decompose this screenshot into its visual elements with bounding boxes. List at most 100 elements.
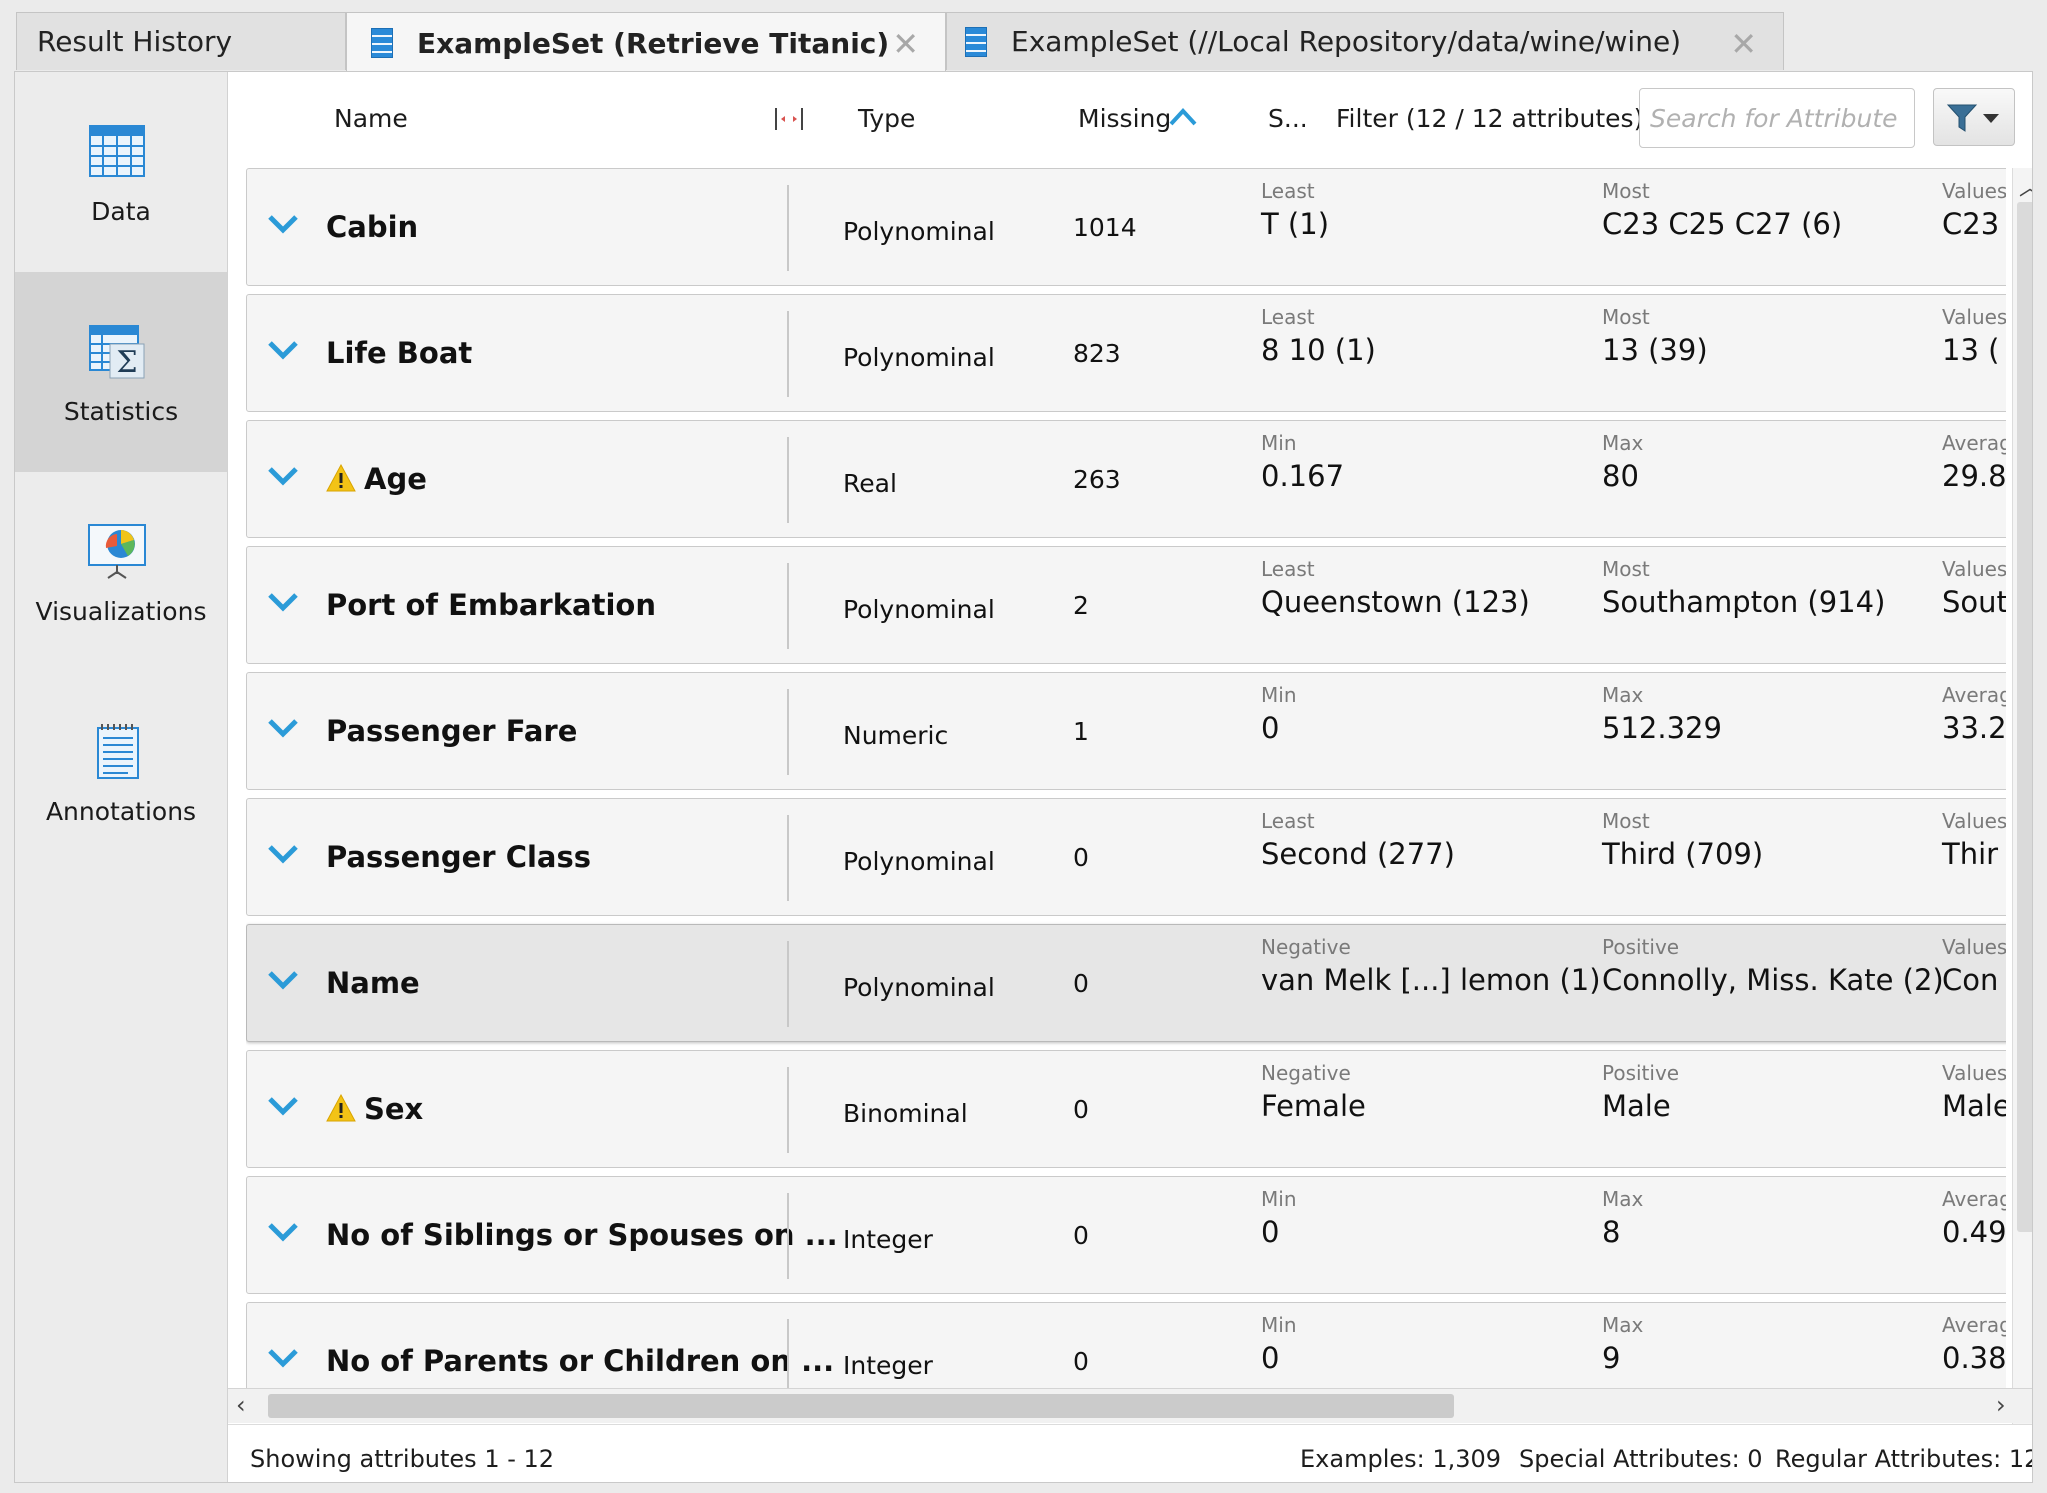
exampleset-icon: [371, 28, 393, 58]
attribute-row[interactable]: Sex Binominal 0 Negative Female Positive Male V…: [246, 1050, 2006, 1168]
attribute-row[interactable]: Age Real 263 Min 0.167 Max 80 Average 29.8: [246, 420, 2006, 538]
tab-exampleset-titanic[interactable]: ExampleSet (Retrieve Titanic) ✕: [346, 12, 946, 73]
attribute-name-label: Age: [364, 462, 427, 496]
column-resize-icon[interactable]: [772, 106, 806, 132]
header-type[interactable]: Type: [858, 104, 915, 133]
stat-value: 9: [1602, 1341, 1621, 1375]
expand-chevron-icon[interactable]: [267, 213, 299, 235]
tab-label: ExampleSet (//Local Repository/data/wine…: [1011, 25, 1682, 58]
exampleset-icon: [965, 26, 987, 57]
stat-value: 512.329: [1602, 711, 1722, 745]
attribute-type: Polynominal: [843, 595, 995, 624]
horizontal-scrollbar[interactable]: ‹ ›: [228, 1388, 2032, 1423]
stat-label: Values: [1942, 305, 2006, 329]
header-missing[interactable]: Missing: [1078, 104, 1171, 133]
expand-chevron-icon[interactable]: [267, 339, 299, 361]
expand-chevron-icon[interactable]: [267, 1347, 299, 1369]
horizontal-scroll-thumb[interactable]: [268, 1394, 1454, 1418]
close-tab-icon[interactable]: ✕: [892, 25, 919, 63]
vertical-scroll-thumb[interactable]: [2017, 202, 2032, 1232]
annotations-icon: [97, 724, 139, 779]
attribute-row[interactable]: Name Polynominal 0 Negative van Melk [...] l…: [246, 924, 2006, 1042]
missing-count: 1014: [1073, 213, 1137, 242]
stat-value: 0: [1261, 1341, 1280, 1375]
column-divider: [787, 185, 789, 271]
column-divider: [787, 1067, 789, 1153]
attribute-name: Cabin: [326, 210, 418, 244]
filter-label: Filter (12 / 12 attributes):: [1336, 104, 1652, 133]
stat-label: Values: [1942, 557, 2006, 581]
attribute-name-label: Port of Embarkation: [326, 588, 656, 622]
column-divider: [787, 1193, 789, 1279]
tab-exampleset-wine[interactable]: ExampleSet (//Local Repository/data/wine…: [946, 12, 1784, 70]
filter-dropdown-button[interactable]: [1933, 88, 2015, 146]
svg-text:Σ: Σ: [116, 345, 137, 380]
attribute-row[interactable]: Port of Embarkation Polynominal 2 Least Quee…: [246, 546, 2006, 664]
scroll-right-icon[interactable]: ›: [1996, 1391, 2006, 1419]
stat-value: Female: [1261, 1089, 1366, 1123]
expand-chevron-icon[interactable]: [267, 591, 299, 613]
missing-count: 0: [1073, 1221, 1089, 1250]
stat-value: 80: [1602, 459, 1639, 493]
expand-chevron-icon[interactable]: [267, 465, 299, 487]
attribute-name: Life Boat: [326, 336, 472, 370]
stat-label: Average: [1942, 1313, 2006, 1337]
attribute-type: Integer: [843, 1225, 933, 1254]
expand-chevron-icon[interactable]: [267, 1221, 299, 1243]
stat-value: Southampton (914): [1602, 585, 1886, 619]
attribute-type: Polynominal: [843, 847, 995, 876]
stat-value: 13 (39): [1602, 333, 1708, 367]
stat-label: Values: [1942, 809, 2006, 833]
stat-label: Average: [1942, 1187, 2006, 1211]
scroll-left-icon[interactable]: ‹: [236, 1391, 246, 1419]
attribute-name: Sex: [326, 1092, 423, 1126]
attribute-list: Cabin Polynominal 1014 Least T (1) Most C23 C2…: [246, 168, 2006, 1458]
stat-label: Values: [1942, 1061, 2006, 1085]
attribute-name: Age: [326, 462, 427, 496]
data-table-icon: [89, 125, 145, 177]
view-sidebar: Data Σ Statistics Visualizations Annotat…: [15, 72, 228, 1482]
regular-attributes-count: Regular Attributes: 12: [1775, 1445, 2032, 1473]
attribute-row[interactable]: Cabin Polynominal 1014 Least T (1) Most C23 C2…: [246, 168, 2006, 286]
header-statistics[interactable]: S...: [1268, 104, 1308, 133]
vertical-scrollbar[interactable]: ︿ ﹀: [2012, 168, 2032, 1458]
column-divider: [787, 815, 789, 901]
stat-label: Least: [1261, 305, 1315, 329]
missing-count: 0: [1073, 1095, 1089, 1124]
sidebar-item-label: Annotations: [45, 797, 197, 826]
stat-value: Third (709): [1602, 837, 1764, 871]
stat-value: Thir: [1942, 837, 1999, 871]
attribute-row[interactable]: No of Siblings or Spouses on ... Integer 0…: [246, 1176, 2006, 1294]
attribute-row[interactable]: Passenger Class Polynominal 0 Least Second (…: [246, 798, 2006, 916]
attribute-name: Port of Embarkation: [326, 588, 656, 622]
scroll-up-icon[interactable]: ︿: [2019, 170, 2032, 202]
header-name[interactable]: Name: [334, 104, 408, 133]
expand-chevron-icon[interactable]: [267, 969, 299, 991]
close-tab-icon[interactable]: ✕: [1730, 25, 1757, 63]
sidebar-item-statistics[interactable]: Σ Statistics: [15, 272, 227, 472]
sidebar-item-label: Data: [91, 197, 151, 226]
attribute-type: Polynominal: [843, 973, 995, 1002]
attribute-row[interactable]: Life Boat Polynominal 823 Least 8 10 (1) Most…: [246, 294, 2006, 412]
stat-label: Average: [1942, 431, 2006, 455]
expand-chevron-icon[interactable]: [267, 1095, 299, 1117]
sidebar-item-annotations[interactable]: Annotations: [15, 672, 227, 872]
warning-icon: [326, 464, 356, 492]
examples-count: Examples: 1,309: [1300, 1445, 1502, 1473]
stat-label: Values: [1942, 935, 2006, 959]
stat-label: Negative: [1261, 1061, 1351, 1085]
column-divider: [787, 689, 789, 775]
sidebar-item-data[interactable]: Data: [15, 72, 227, 272]
showing-attributes-text: Showing attributes 1 - 12: [250, 1445, 555, 1473]
stat-value: 0: [1261, 1215, 1280, 1249]
stat-value: 0: [1261, 711, 1280, 745]
expand-chevron-icon[interactable]: [267, 717, 299, 739]
funnel-filter-icon: [1946, 104, 1999, 132]
attribute-type: Polynominal: [843, 217, 995, 246]
attribute-name-label: Passenger Class: [326, 840, 592, 874]
search-attribute-input[interactable]: Search for Attribute: [1639, 88, 1915, 148]
attribute-row[interactable]: Passenger Fare Numeric 1 Min 0 Max 512.329 Aver…: [246, 672, 2006, 790]
expand-chevron-icon[interactable]: [267, 843, 299, 865]
tab-result-history[interactable]: Result History: [16, 12, 346, 70]
sidebar-item-visualizations[interactable]: Visualizations: [15, 472, 227, 672]
